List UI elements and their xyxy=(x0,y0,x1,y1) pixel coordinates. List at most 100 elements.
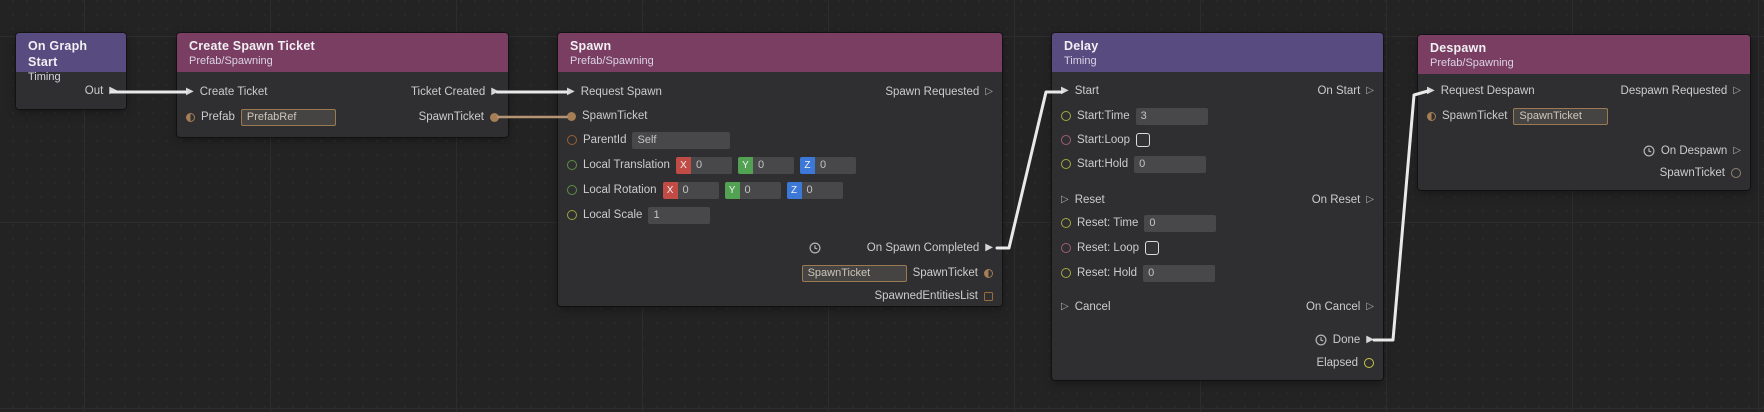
local-translation-port[interactable] xyxy=(567,160,577,170)
port-row: Reset: Loop xyxy=(1052,238,1383,258)
y-component[interactable]: Y0 xyxy=(725,182,781,199)
on-reset-port[interactable]: ▷ xyxy=(1366,195,1374,205)
node-title: Delay xyxy=(1064,38,1371,54)
reset-loop-label: Reset: Loop xyxy=(1077,242,1139,254)
port-row: Reset: Time0 xyxy=(1052,213,1383,233)
right-port-group: Out▶ xyxy=(85,85,117,97)
request-despawn-port[interactable]: ▶ xyxy=(1427,86,1435,96)
node-header-spawn[interactable]: SpawnPrefab/Spawning xyxy=(558,33,1002,72)
node-spawn[interactable]: SpawnPrefab/Spawning ▶Request SpawnSpawn … xyxy=(558,33,1002,306)
on-spawn-completed-label: On Spawn Completed xyxy=(867,242,980,254)
spawnticket-port[interactable] xyxy=(984,269,993,278)
start-time-input[interactable]: 3 xyxy=(1136,108,1208,125)
port-row: ▶Request SpawnSpawn Requested▷ xyxy=(558,82,1002,102)
port-row: ▶StartOn Start▷ xyxy=(1052,81,1383,101)
spawnticket-port[interactable] xyxy=(1427,112,1436,121)
y-value-input[interactable]: 0 xyxy=(753,157,794,174)
spawnedentitieslist-port[interactable] xyxy=(984,292,993,301)
start-hold-port[interactable] xyxy=(1061,159,1071,169)
clock-icon xyxy=(809,242,821,254)
on-spawn-completed-port[interactable]: ▶ xyxy=(985,243,993,253)
prefab-input[interactable]: PrefabRef xyxy=(241,109,336,126)
graph-canvas[interactable]: On Graph StartTiming Out▶ Create Spawn Tic… xyxy=(0,0,1764,412)
reset-loop-checkbox[interactable] xyxy=(1145,241,1159,255)
spawnticket-label: SpawnTicket xyxy=(913,267,978,279)
left-port-group: Reset: Loop xyxy=(1061,241,1159,255)
spawnticket-port[interactable] xyxy=(1731,168,1741,178)
port-row: SpawnedEntitiesList xyxy=(558,286,1002,306)
done-port[interactable]: ▶ xyxy=(1366,335,1374,345)
start-hold-input[interactable]: 0 xyxy=(1134,156,1206,173)
node-subtitle: Prefab/Spawning xyxy=(1430,56,1738,70)
cancel-port[interactable]: ▷ xyxy=(1061,302,1069,312)
reset-time-port[interactable] xyxy=(1061,218,1071,228)
left-port-group: Local RotationX0Y0Z0 xyxy=(567,182,843,199)
left-port-group: ▶ Create Ticket xyxy=(186,86,267,98)
reset-time-input[interactable]: 0 xyxy=(1144,215,1216,232)
start-hold-label: Start:Hold xyxy=(1077,158,1128,170)
reset-loop-port[interactable] xyxy=(1061,243,1071,253)
right-port-group: On Reset▷ xyxy=(1312,194,1374,206)
node-header-delay[interactable]: DelayTiming xyxy=(1052,33,1383,72)
start-port[interactable]: ▶ xyxy=(1061,86,1069,96)
node-header-create-spawn-ticket[interactable]: Create Spawn TicketPrefab/Spawning xyxy=(177,33,508,72)
create-ticket-port[interactable]: ▶ xyxy=(186,87,194,97)
reset-label: Reset xyxy=(1075,194,1105,206)
right-port-group: SpawnTicket xyxy=(419,111,499,123)
on-cancel-port[interactable]: ▷ xyxy=(1366,302,1374,312)
x-value-input[interactable]: 0 xyxy=(678,182,719,199)
on-despawn-port[interactable]: ▷ xyxy=(1733,146,1741,156)
node-delay[interactable]: DelayTiming▶StartOn Start▷Start:Time3Sta… xyxy=(1052,33,1383,380)
local-rotation-port[interactable] xyxy=(567,185,577,195)
parentid-input[interactable]: Self xyxy=(632,132,730,149)
left-port-group: ▷ Reset xyxy=(1061,194,1105,206)
elapsed-port[interactable] xyxy=(1364,358,1374,368)
x-component[interactable]: X0 xyxy=(676,157,732,174)
z-component[interactable]: Z0 xyxy=(787,182,843,199)
z-component[interactable]: Z0 xyxy=(800,157,856,174)
node-header-despawn[interactable]: DespawnPrefab/Spawning xyxy=(1418,35,1750,74)
on-start-port[interactable]: ▷ xyxy=(1366,86,1374,96)
node-create-spawn-ticket[interactable]: Create Spawn TicketPrefab/Spawning ▶ Creat… xyxy=(177,33,508,137)
spawnticket-port[interactable] xyxy=(490,113,499,122)
node-on-graph-start[interactable]: On Graph StartTiming Out▶ xyxy=(16,33,126,109)
start-loop-label: Start:Loop xyxy=(1077,134,1130,146)
reset-port[interactable]: ▷ xyxy=(1061,195,1069,205)
y-badge: Y xyxy=(725,182,740,199)
y-value-input[interactable]: 0 xyxy=(740,182,781,199)
node-title: Spawn xyxy=(570,38,990,54)
prefab-port[interactable] xyxy=(186,113,195,122)
start-time-port[interactable] xyxy=(1061,111,1071,121)
start-loop-checkbox[interactable] xyxy=(1136,133,1150,147)
spawnticket-input[interactable]: SpawnTicket xyxy=(1513,108,1608,125)
out-port[interactable]: ▶ xyxy=(109,86,117,96)
reset-hold-input[interactable]: 0 xyxy=(1143,265,1215,282)
reset-hold-port[interactable] xyxy=(1061,268,1071,278)
ticket-created-port[interactable]: ▶ xyxy=(491,87,499,97)
create-ticket-label: Create Ticket xyxy=(200,86,268,98)
spawnticket-label: SpawnTicket xyxy=(419,111,484,123)
parentid-port[interactable] xyxy=(567,135,577,145)
left-port-group: ▶Start xyxy=(1061,85,1099,97)
y-component[interactable]: Y0 xyxy=(738,157,794,174)
node-despawn[interactable]: DespawnPrefab/Spawning▶Request DespawnDe… xyxy=(1418,35,1750,190)
node-header-on-graph-start[interactable]: On Graph StartTiming xyxy=(16,33,126,72)
start-loop-port[interactable] xyxy=(1061,135,1071,145)
request-spawn-port[interactable]: ▶ xyxy=(567,87,575,97)
port-row: Prefab PrefabRef SpawnTicket xyxy=(177,107,508,127)
local-scale-label: Local Scale xyxy=(583,209,642,221)
prefab-label: Prefab xyxy=(201,111,235,123)
despawn-requested-port[interactable]: ▷ xyxy=(1733,86,1741,96)
local-scale-port[interactable] xyxy=(567,210,577,220)
z-value-input[interactable]: 0 xyxy=(815,157,856,174)
spawn-requested-port[interactable]: ▷ xyxy=(985,87,993,97)
spawnticket-out-input[interactable]: SpawnTicket xyxy=(802,265,907,282)
port-row: On Despawn▷ xyxy=(1418,141,1750,161)
spawnticket-label: SpawnTicket xyxy=(582,110,647,122)
x-component[interactable]: X0 xyxy=(663,182,719,199)
z-value-input[interactable]: 0 xyxy=(802,182,843,199)
x-value-input[interactable]: 0 xyxy=(691,157,732,174)
spawnticket-port[interactable] xyxy=(567,112,576,121)
local-scale-input[interactable]: 1 xyxy=(648,207,710,224)
node-title: Create Spawn Ticket xyxy=(189,38,496,54)
